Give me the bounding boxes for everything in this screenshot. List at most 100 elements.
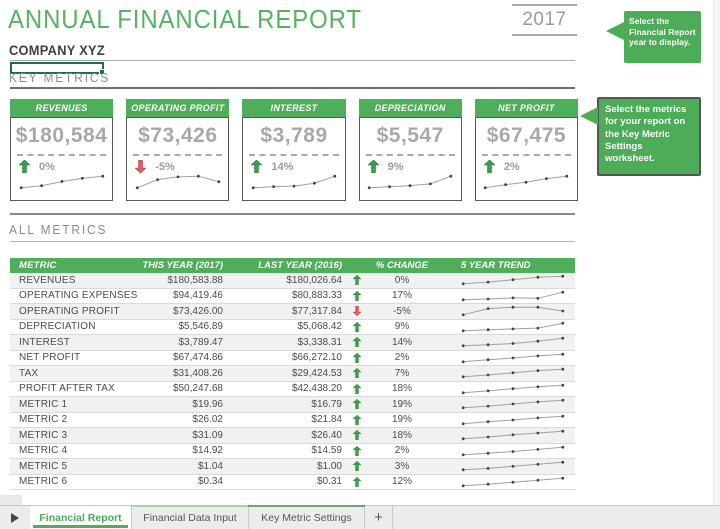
metric-card-change-row: -5% [127,156,228,174]
cell-last-year: $77,317.84 [291,305,342,317]
sparkline [461,352,565,363]
cell-trend [432,383,575,395]
table-row[interactable]: METRIC 3 $31.09 $26.40 18% [10,428,575,444]
metric-card-value: $5,547 [376,124,444,147]
table-row[interactable]: METRIC 1 $19.96 $16.79 19% [10,397,575,413]
cell-change-arrow [342,290,372,301]
table-row[interactable]: NET PROFIT $67,474.86 $66,272.10 2% [10,350,575,366]
table-row[interactable]: METRIC 4 $14.92 $14.59 2% [10,443,575,459]
metric-card-body: $67,475 2% [474,117,579,201]
cell-change: 17% [391,290,412,302]
col-header-change: % CHANGE [375,260,429,271]
year-callout: Select the Financial Report year to disp… [606,11,701,63]
metrics-callout: Select the metrics for your report on th… [580,97,701,176]
table-row[interactable]: OPERATING PROFIT $73,426.00 $77,317.84 -5% [10,304,575,320]
cell-change-arrow [342,321,372,332]
page-title: ANNUAL FINANCIAL REPORT [8,4,362,34]
all-metrics-table: METRIC THIS YEAR (2017) LAST YEAR (2016)… [10,258,575,490]
metrics-callout-text: Select the metrics for your report on th… [605,104,687,165]
cell-change-arrow [342,476,372,487]
cell-this-year: $31,408.26 [172,367,223,379]
cell-last-year: $5,068.42 [297,321,343,333]
table-row[interactable]: PROFIT AFTER TAX $50,247.68 $42,438.20 18% [10,381,575,397]
sparkline [461,368,565,379]
cell-this-year: $94,419.46 [172,290,223,302]
add-sheet-button[interactable]: + [365,506,393,529]
cell-metric: METRIC 2 [19,414,68,426]
cell-change: 3% [394,460,410,472]
up-arrow-icon [353,352,361,363]
cell-last-year: $0.31 [316,476,342,488]
metric-card-body: $3,789 14% [242,117,346,201]
metric-card: NET PROFIT $67,475 2% [474,99,579,201]
metric-card-body: $5,547 9% [358,117,462,201]
play-forward-icon [11,512,19,523]
cell-this-year: $67,474.86 [172,352,223,364]
col-header-last-year: LAST YEAR (2016) [258,260,342,271]
sparkline [461,290,565,301]
table-row[interactable]: TAX $31,408.26 $29,424.53 7% [10,366,575,382]
sparkline [368,174,453,190]
sparkline [461,383,565,394]
cell-change-arrow [342,461,372,472]
sheet-tab-financial-report[interactable]: Financial Report [30,506,132,529]
table-row[interactable]: OPERATING EXPENSES $94,419.46 $80,883.33 17… [10,288,575,304]
up-arrow-icon [353,414,361,425]
sheet-tab-key-metric-settings[interactable]: Key Metric Settings [248,505,365,529]
sparkline [461,306,565,317]
cell-change: 18% [391,383,412,395]
year-input[interactable]: 2017 [512,4,577,36]
table-row[interactable]: METRIC 5 $1.04 $1.00 3% [10,459,575,475]
cell-this-year: $19.96 [192,398,223,410]
sparkline [461,414,565,425]
cell-change: 12% [391,476,412,488]
cell-last-year: $180,026.64 [286,274,342,286]
cell-trend [432,445,575,457]
table-row[interactable]: REVENUES $180,583.88 $180,026.64 0% [10,273,575,289]
table-row[interactable]: METRIC 2 $26.02 $21.84 19% [10,412,575,428]
metric-card-value: $180,584 [15,124,108,147]
vertical-scrollbar[interactable] [713,0,720,505]
up-arrow-icon [19,160,30,173]
cell-trend [432,367,575,379]
divider [10,87,575,89]
cell-change-arrow [342,306,372,317]
table-row[interactable]: INTEREST $3,789.47 $3,338.31 14% [10,335,575,351]
cell-change: 2% [394,445,410,457]
cell-trend [432,336,575,348]
cell-change-arrow [342,275,372,286]
table-row[interactable]: METRIC 6 $0.34 $0.31 12% [10,474,575,490]
cell-change: 9% [394,321,410,333]
cell-change-arrow [342,399,372,410]
cell-change-arrow [342,383,372,394]
metric-card-body: $73,426 -5% [126,117,230,201]
callout-left-arrow-icon [580,107,598,125]
cell-change: 19% [391,398,412,410]
up-arrow-icon [353,337,361,348]
up-arrow-icon [353,430,361,441]
sheet-tab-financial-data-input[interactable]: Financial Data Input [131,505,249,529]
col-header-this-year: THIS YEAR (2017) [142,260,223,271]
up-arrow-icon [367,160,379,173]
cell-last-year: $66,272.10 [291,352,342,364]
cell-change-arrow [342,337,372,348]
metric-card-change-row: 0% [11,156,112,174]
cell-change: -5% [393,305,411,317]
metric-card-change: 9% [387,160,404,173]
metric-card-change: -5% [155,160,175,173]
metric-card-title: REVENUES [10,99,114,117]
sparkline [484,174,569,190]
metric-card-value: $3,789 [260,124,328,147]
cell-change-arrow [342,352,372,363]
metric-card: DEPRECIATION $5,547 9% [358,99,462,201]
table-row[interactable]: DEPRECIATION $5,546.89 $5,068.42 9% [10,319,575,335]
up-arrow-icon [353,368,361,379]
cell-last-year: $80,883.33 [291,290,342,302]
cell-trend [432,321,575,333]
cell-change-arrow [342,414,372,425]
metric-card-value: $73,426 [138,124,218,147]
cell-this-year: $14.92 [192,445,223,457]
sparkline [461,275,565,286]
metric-card-value: $67,475 [486,124,567,147]
sheet-nav-button[interactable] [0,506,30,529]
